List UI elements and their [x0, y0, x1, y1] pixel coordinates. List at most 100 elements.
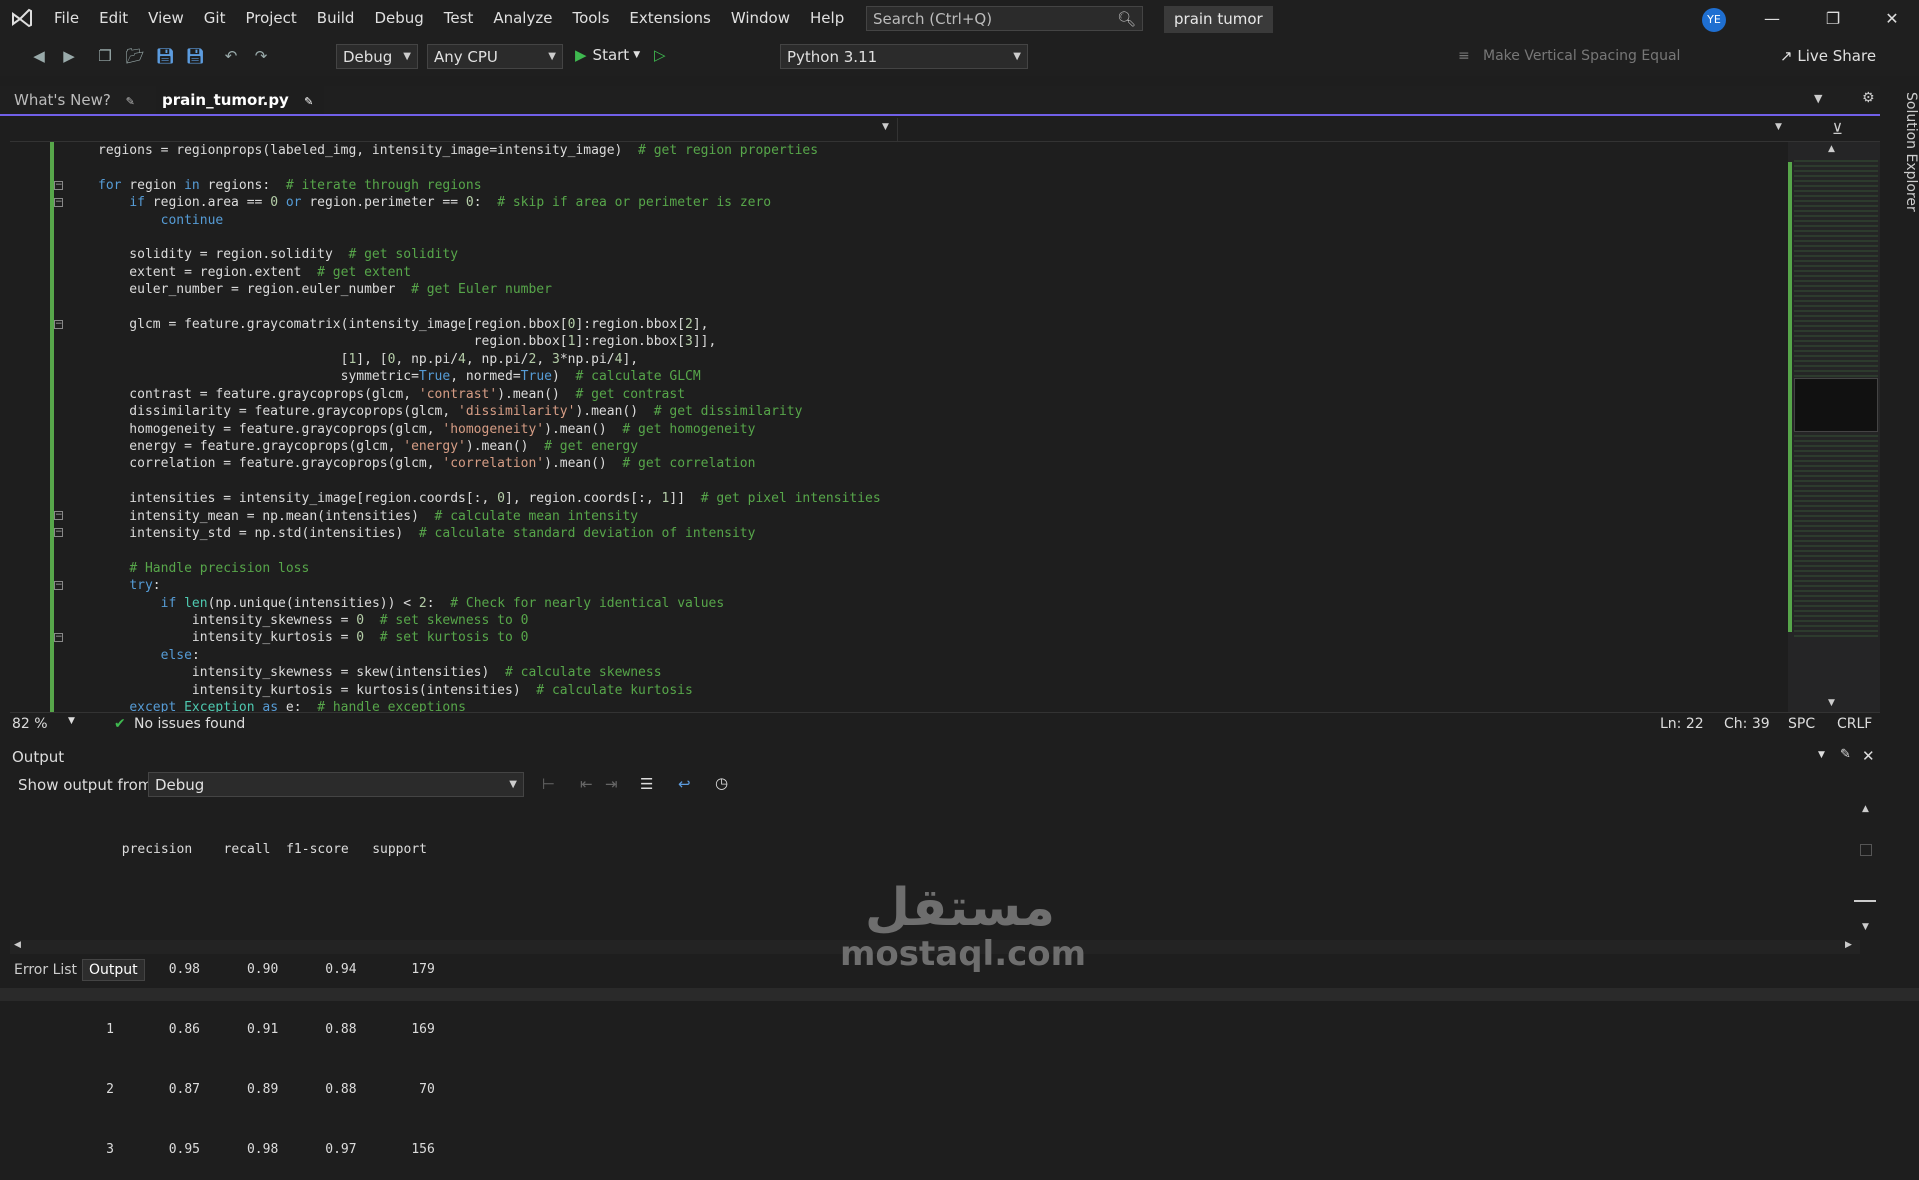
clock-icon[interactable]: ◷ — [715, 774, 728, 792]
column-number: Ch: 39 — [1724, 716, 1770, 732]
open-folder-icon[interactable]: 📂︎ — [124, 45, 146, 67]
search-icon: 🔍︎ — [1116, 9, 1136, 28]
chevron-down-icon[interactable]: ▼ — [882, 122, 889, 132]
pin-icon[interactable]: ✎ — [304, 95, 313, 108]
tab-error-list[interactable]: Error List — [14, 962, 77, 978]
find-message-icon[interactable]: ⊢ — [542, 775, 555, 793]
clear-all-icon[interactable]: ☰ — [640, 775, 653, 793]
fold-toggle-icon[interactable]: − — [54, 581, 63, 590]
start-button[interactable]: ▶ Start ▼ — [575, 46, 640, 64]
code-line: continue — [160, 212, 224, 228]
chevron-down-icon[interactable]: ▼ — [1775, 122, 1782, 132]
menu-item-project[interactable]: Project — [235, 0, 306, 36]
minimize-button[interactable]: — — [1749, 0, 1795, 36]
menu-item-analyze[interactable]: Analyze — [483, 0, 562, 36]
menu-item-file[interactable]: File — [44, 0, 89, 36]
chevron-down-icon[interactable]: ▼ — [1818, 750, 1825, 760]
search-box[interactable]: Search (Ctrl+Q) 🔍︎ — [866, 6, 1143, 31]
close-window-button[interactable]: ✕ — [1869, 0, 1915, 36]
next-message-icon[interactable]: ⇥ — [605, 775, 618, 793]
nav-divider — [897, 118, 898, 142]
menu-item-help[interactable]: Help — [800, 0, 854, 36]
menu-item-tools[interactable]: Tools — [562, 0, 619, 36]
watermark-arabic: مستقل — [864, 878, 1056, 938]
fold-toggle-icon[interactable]: − — [54, 198, 63, 207]
forward-icon[interactable]: ▶ — [58, 45, 80, 67]
word-wrap-icon[interactable]: ↩ — [678, 775, 691, 793]
visual-studio-logo-icon[interactable] — [0, 0, 44, 36]
solution-name[interactable]: prain tumor — [1164, 6, 1273, 33]
scroll-right-icon[interactable]: ▶ — [1845, 940, 1852, 950]
chevron-down-icon[interactable]: ▼ — [68, 716, 75, 726]
output-source-value: Debug — [155, 775, 205, 794]
code-editor[interactable]: − − − − − − − regions = regionprops(labe… — [10, 142, 1788, 712]
menu-item-git[interactable]: Git — [194, 0, 236, 36]
scroll-up-icon[interactable]: ▲ — [1828, 144, 1835, 154]
code-line: glcm = feature.graycomatrix(intensity_im… — [98, 317, 709, 333]
zoom-level[interactable]: 82 % — [12, 716, 48, 732]
dropdown-icon[interactable]: ▼ — [1814, 92, 1822, 105]
scroll-down-icon[interactable]: ▼ — [1862, 922, 1869, 932]
pin-icon[interactable]: ✎ — [1840, 747, 1851, 762]
code-line: dissimilarity = feature.graycoprops(glcm… — [98, 404, 803, 420]
live-share-button[interactable]: ↗ Live Share — [1780, 47, 1876, 65]
issues-status[interactable]: No issues found — [134, 716, 245, 732]
split-editor-icon[interactable]: ⊻ — [1832, 120, 1843, 138]
code-line: intensity_std = np.std(intensities) # ca… — [98, 525, 756, 541]
save-icon[interactable]: 💾︎ — [154, 45, 176, 67]
menu-item-window[interactable]: Window — [721, 0, 800, 36]
configuration-dropdown[interactable]: Debug ▼ — [336, 44, 418, 69]
python-environment-dropdown[interactable]: Python 3.11 ▼ — [780, 44, 1028, 69]
chevron-down-icon: ▼ — [633, 50, 641, 60]
menu-item-view[interactable]: View — [138, 0, 194, 36]
output-panel-header: Output ▼ ✎ ✕ — [10, 744, 1880, 770]
gear-icon[interactable]: ⚙ — [1862, 90, 1875, 106]
menu-item-build[interactable]: Build — [307, 0, 365, 36]
tab-whats-new[interactable]: What's New? ✎ — [8, 86, 141, 114]
close-panel-icon[interactable]: ✕ — [1862, 747, 1875, 765]
tab-label: prain_tumor.py — [162, 91, 289, 109]
code-line: contrast = feature.graycoprops(glcm, 'co… — [98, 386, 686, 402]
platform-dropdown[interactable]: Any CPU ▼ — [427, 44, 563, 69]
maximize-button[interactable]: ❐ — [1810, 0, 1856, 36]
fold-toggle-icon[interactable]: − — [54, 181, 63, 190]
output-source-dropdown[interactable]: Debug ▼ — [148, 772, 524, 797]
menu-item-test[interactable]: Test — [434, 0, 484, 36]
new-item-icon[interactable]: ❐ — [94, 45, 116, 67]
start-without-debugging-icon[interactable]: ▷ — [654, 46, 666, 64]
make-vertical-spacing-equal-button[interactable]: Make Vertical Spacing Equal — [1483, 48, 1680, 64]
menu-bar: File Edit View Git Project Build Debug Test Anal… — [44, 0, 854, 36]
code-line: intensities = intensity_image[region.coo… — [98, 491, 881, 507]
code-line: except Exception as e: # handle exceptio… — [129, 700, 466, 712]
live-share-label: Live Share — [1797, 47, 1877, 65]
line-endings[interactable]: CRLF — [1837, 716, 1872, 732]
menu-item-extensions[interactable]: Extensions — [619, 0, 720, 36]
save-all-icon[interactable]: 💾︎ — [184, 45, 206, 67]
menu-item-debug[interactable]: Debug — [364, 0, 433, 36]
scroll-up-icon[interactable]: ▲ — [1862, 804, 1869, 814]
fold-toggle-icon[interactable]: − — [54, 511, 63, 520]
fold-toggle-icon[interactable]: − — [54, 528, 63, 537]
redo-icon[interactable]: ↷ — [250, 45, 272, 67]
code-line: extent = region.extent # get extent — [98, 264, 412, 280]
scroll-thumb[interactable] — [1860, 844, 1872, 856]
solution-explorer-side-tab[interactable]: Solution Explorer — [1886, 86, 1919, 216]
minimap-scrollbar[interactable]: ▲ ▼ — [1788, 142, 1880, 712]
back-icon[interactable]: ◀ — [28, 45, 50, 67]
previous-message-icon[interactable]: ⇤ — [580, 775, 593, 793]
minimap-viewport[interactable] — [1794, 378, 1878, 432]
code-line: intensity_kurtosis = kurtosis(intensitie… — [98, 682, 693, 698]
tab-prain-tumor-py[interactable]: prain_tumor.py ✎ ✕ — [156, 86, 324, 139]
pin-icon[interactable]: ✎ — [126, 95, 135, 108]
undo-icon[interactable]: ↶ — [220, 45, 242, 67]
scroll-left-icon[interactable]: ◀ — [14, 940, 21, 950]
fold-toggle-icon[interactable]: − — [54, 633, 63, 642]
menu-item-edit[interactable]: Edit — [89, 0, 138, 36]
code-line: intensity_kurtosis = 0 # set kurtosis to… — [98, 630, 529, 646]
tab-output[interactable]: Output — [82, 959, 145, 981]
fold-toggle-icon[interactable]: − — [54, 320, 63, 329]
account-avatar[interactable]: YE — [1702, 8, 1726, 32]
output-vertical-scrollbar[interactable]: ▲ ▼ — [1854, 804, 1876, 939]
scroll-down-icon[interactable]: ▼ — [1828, 698, 1835, 708]
spacing-mode[interactable]: SPC — [1788, 716, 1815, 732]
